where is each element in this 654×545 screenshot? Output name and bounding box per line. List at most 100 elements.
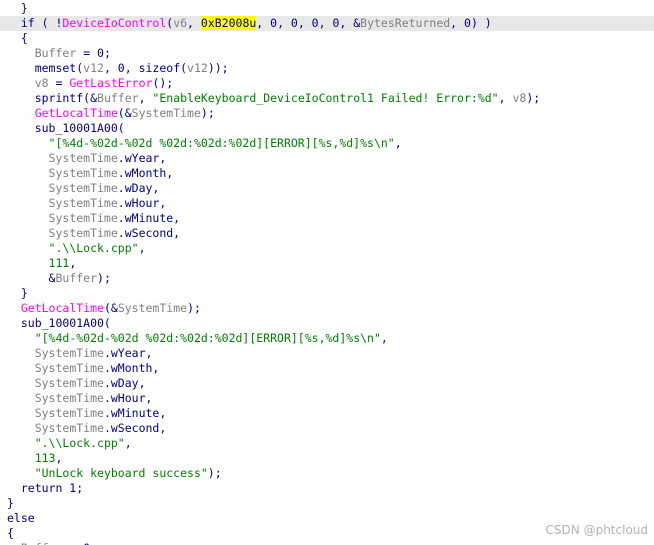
code-line[interactable]: memset(v12, 0, sizeof(v12));	[7, 61, 229, 76]
local-variable-token: SystemTime	[34, 391, 104, 405]
code-token: if ( !	[7, 16, 63, 30]
watermark: CSDN @phtcloud	[545, 523, 648, 537]
code-line[interactable]: {	[7, 526, 14, 541]
code-line[interactable]: &Buffer);	[7, 271, 111, 286]
code-line[interactable]: 111,	[7, 256, 77, 271]
code-line[interactable]: ".\\Lock.cpp",	[7, 241, 146, 256]
number-literal-token: 111	[48, 256, 70, 270]
code-token: , 0) )	[450, 16, 492, 30]
code-token: .wHour,	[117, 196, 167, 210]
local-variable-token: SystemTime	[48, 226, 118, 240]
code-line[interactable]: sub_10001A00(	[7, 316, 111, 331]
string-literal-token: ".\\Lock.cpp"	[48, 241, 139, 255]
code-token: ));	[207, 61, 229, 75]
code-token: .wDay,	[103, 376, 146, 390]
code-token: ,	[394, 136, 402, 150]
code-line[interactable]: SystemTime.wHour,	[7, 196, 167, 211]
code-line[interactable]: SystemTime.wMonth,	[7, 361, 160, 376]
code-token: sub_10001A00(	[7, 121, 125, 135]
code-line[interactable]: 113,	[7, 451, 63, 466]
code-token: }	[7, 1, 28, 15]
code-token: }	[7, 286, 28, 300]
local-variable-token: SystemTime	[34, 346, 104, 360]
code-token: );	[207, 466, 222, 480]
number-literal-token: 113	[34, 451, 56, 465]
local-variable-token: SystemTime	[34, 361, 104, 375]
code-line[interactable]: sub_10001A00(	[7, 121, 125, 136]
code-line[interactable]: Buffer = 0;	[7, 541, 97, 545]
local-variable-token: v12	[187, 61, 208, 75]
local-variable-token: Buffer	[21, 541, 63, 545]
code-token: (&	[117, 106, 132, 120]
code-line[interactable]: Buffer = 0;	[7, 46, 111, 61]
api-function-token: GetLocalTime	[34, 106, 118, 120]
local-variable-token: Buffer	[97, 91, 139, 105]
local-variable-token: SystemTime	[48, 151, 118, 165]
code-line[interactable]: "[%4d-%02d-%02d %02d:%02d:%02d][ERROR][%…	[7, 331, 388, 346]
code-token: );	[187, 301, 201, 315]
code-token: ,	[124, 436, 132, 450]
code-line[interactable]: SystemTime.wSecond,	[7, 226, 181, 241]
code-token: = 0;	[76, 46, 111, 60]
local-variable-token: SystemTime	[34, 421, 104, 435]
code-line[interactable]: SystemTime.wMinute,	[7, 406, 167, 421]
local-variable-token: Buffer	[34, 46, 77, 60]
code-line[interactable]: }	[7, 286, 28, 301]
code-line[interactable]: SystemTime.wDay,	[7, 376, 146, 391]
code-line[interactable]: "UnLock keyboard success");	[7, 466, 222, 481]
code-line[interactable]: SystemTime.wDay,	[7, 181, 160, 196]
pseudocode-view[interactable]: } if ( !DeviceIoControl(v6, 0xB2008u, 0,…	[0, 0, 654, 545]
code-token: ();	[152, 76, 174, 90]
code-line[interactable]: SystemTime.wYear,	[7, 151, 167, 166]
code-line[interactable]: SystemTime.wMinute,	[7, 211, 181, 226]
code-token: ,	[55, 451, 63, 465]
local-variable-token: SystemTime	[48, 211, 118, 225]
code-line[interactable]: {	[7, 31, 28, 46]
string-literal-token: "EnableKeyboard_DeviceIoControl1 Failed!…	[152, 91, 499, 105]
code-token: .wMonth,	[103, 361, 160, 375]
code-token: {	[7, 31, 28, 45]
code-line[interactable]: }	[7, 1, 28, 16]
code-token: .wYear,	[103, 346, 153, 360]
code-token: .wSecond,	[117, 226, 181, 240]
code-line[interactable]: SystemTime.wSecond,	[7, 421, 167, 436]
code-line[interactable]: }	[7, 496, 14, 511]
code-line[interactable]: return 1;	[7, 481, 83, 496]
code-line[interactable]: SystemTime.wHour,	[7, 391, 153, 406]
code-line[interactable]: ".\\Lock.cpp",	[7, 436, 132, 451]
local-variable-token: SystemTime	[34, 406, 104, 420]
code-token: ,	[69, 256, 77, 270]
code-line[interactable]: SystemTime.wMonth,	[7, 166, 174, 181]
string-literal-token: "[%4d-%02d-%02d %02d:%02d:%02d][ERROR][%…	[34, 331, 381, 345]
local-variable-token: SystemTime	[48, 166, 118, 180]
code-line[interactable]: v8 = GetLastError();	[7, 76, 174, 91]
local-variable-token: SystemTime	[117, 301, 188, 315]
code-line[interactable]: GetLocalTime(&SystemTime);	[7, 106, 215, 121]
local-variable-token: v12	[83, 61, 104, 75]
code-line[interactable]: GetLocalTime(&SystemTime);	[7, 301, 201, 316]
code-line[interactable]: sprintf(&Buffer, "EnableKeyboard_DeviceI…	[7, 91, 541, 106]
code-line[interactable]: else	[7, 511, 35, 526]
code-line[interactable]: "[%4d-%02d-%02d %02d:%02d:%02d][ERROR][%…	[7, 136, 402, 151]
code-line-current[interactable]: if ( !DeviceIoControl(v6, 0xB2008u, 0, 0…	[0, 16, 654, 31]
code-token: .wMonth,	[117, 166, 174, 180]
code-token: .wYear,	[117, 151, 167, 165]
code-line[interactable]: SystemTime.wYear,	[7, 346, 153, 361]
code-token: &	[7, 271, 56, 285]
